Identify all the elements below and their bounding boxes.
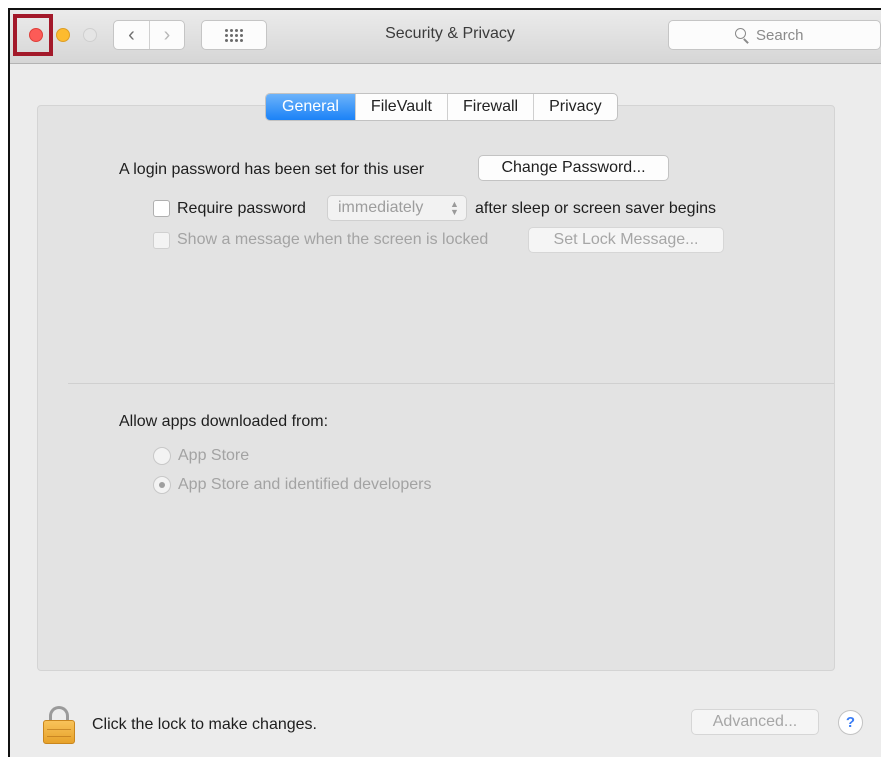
chevron-right-icon: ›: [163, 24, 171, 46]
zoom-window-button[interactable]: [83, 28, 97, 42]
tab-firewall[interactable]: Firewall: [446, 94, 533, 120]
search-icon: [735, 28, 749, 42]
chevron-left-icon: ‹: [128, 24, 135, 46]
section-divider: [68, 383, 834, 384]
radio-app-store[interactable]: [153, 447, 171, 465]
titlebar: ‹ › Security & Privacy: [10, 10, 881, 64]
system-preferences-window: ‹ › Security & Privacy General FileVault…: [8, 8, 881, 757]
back-button[interactable]: ‹: [114, 21, 149, 49]
require-password-suffix: after sleep or screen saver begins: [475, 200, 717, 217]
tab-filevault[interactable]: FileVault: [354, 94, 447, 120]
lock-text: Click the lock to make changes.: [92, 716, 317, 733]
require-password-label: Require password: [177, 200, 306, 217]
help-button[interactable]: ?: [838, 710, 863, 735]
show-all-button[interactable]: [201, 20, 267, 50]
lock-button[interactable]: [43, 706, 75, 744]
tab-general[interactable]: General: [266, 94, 355, 120]
show-message-checkbox[interactable]: [153, 232, 170, 249]
login-password-text: A login password has been set for this u…: [119, 161, 425, 178]
navigation-buttons: ‹ ›: [113, 20, 185, 50]
window-title: Security & Privacy: [385, 25, 515, 42]
lock-icon: [43, 720, 75, 744]
close-window-button[interactable]: [29, 28, 43, 42]
chevron-up-down-icon: ▲ ▼: [450, 199, 459, 217]
show-message-label: Show a message when the screen is locked: [177, 231, 489, 248]
forward-button[interactable]: ›: [148, 21, 184, 49]
require-password-checkbox[interactable]: [153, 200, 170, 217]
advanced-button[interactable]: Advanced...: [691, 709, 819, 735]
minimize-window-button[interactable]: [56, 28, 70, 42]
require-password-interval-value: immediately: [338, 199, 424, 216]
allow-apps-label: Allow apps downloaded from:: [119, 413, 329, 430]
set-lock-message-button[interactable]: Set Lock Message...: [528, 227, 724, 253]
tab-bar: General FileVault Firewall Privacy: [265, 93, 618, 121]
search-input[interactable]: [756, 26, 814, 44]
require-password-interval-select[interactable]: immediately ▲ ▼: [327, 195, 467, 221]
settings-panel: [37, 105, 835, 671]
radio-app-store-identified-label: App Store and identified developers: [178, 476, 432, 493]
tab-privacy[interactable]: Privacy: [533, 94, 616, 120]
radio-app-store-identified[interactable]: [153, 476, 171, 494]
radio-app-store-label: App Store: [178, 447, 250, 464]
search-field[interactable]: [668, 20, 881, 50]
grid-icon: [225, 28, 243, 42]
change-password-button[interactable]: Change Password...: [478, 155, 669, 181]
